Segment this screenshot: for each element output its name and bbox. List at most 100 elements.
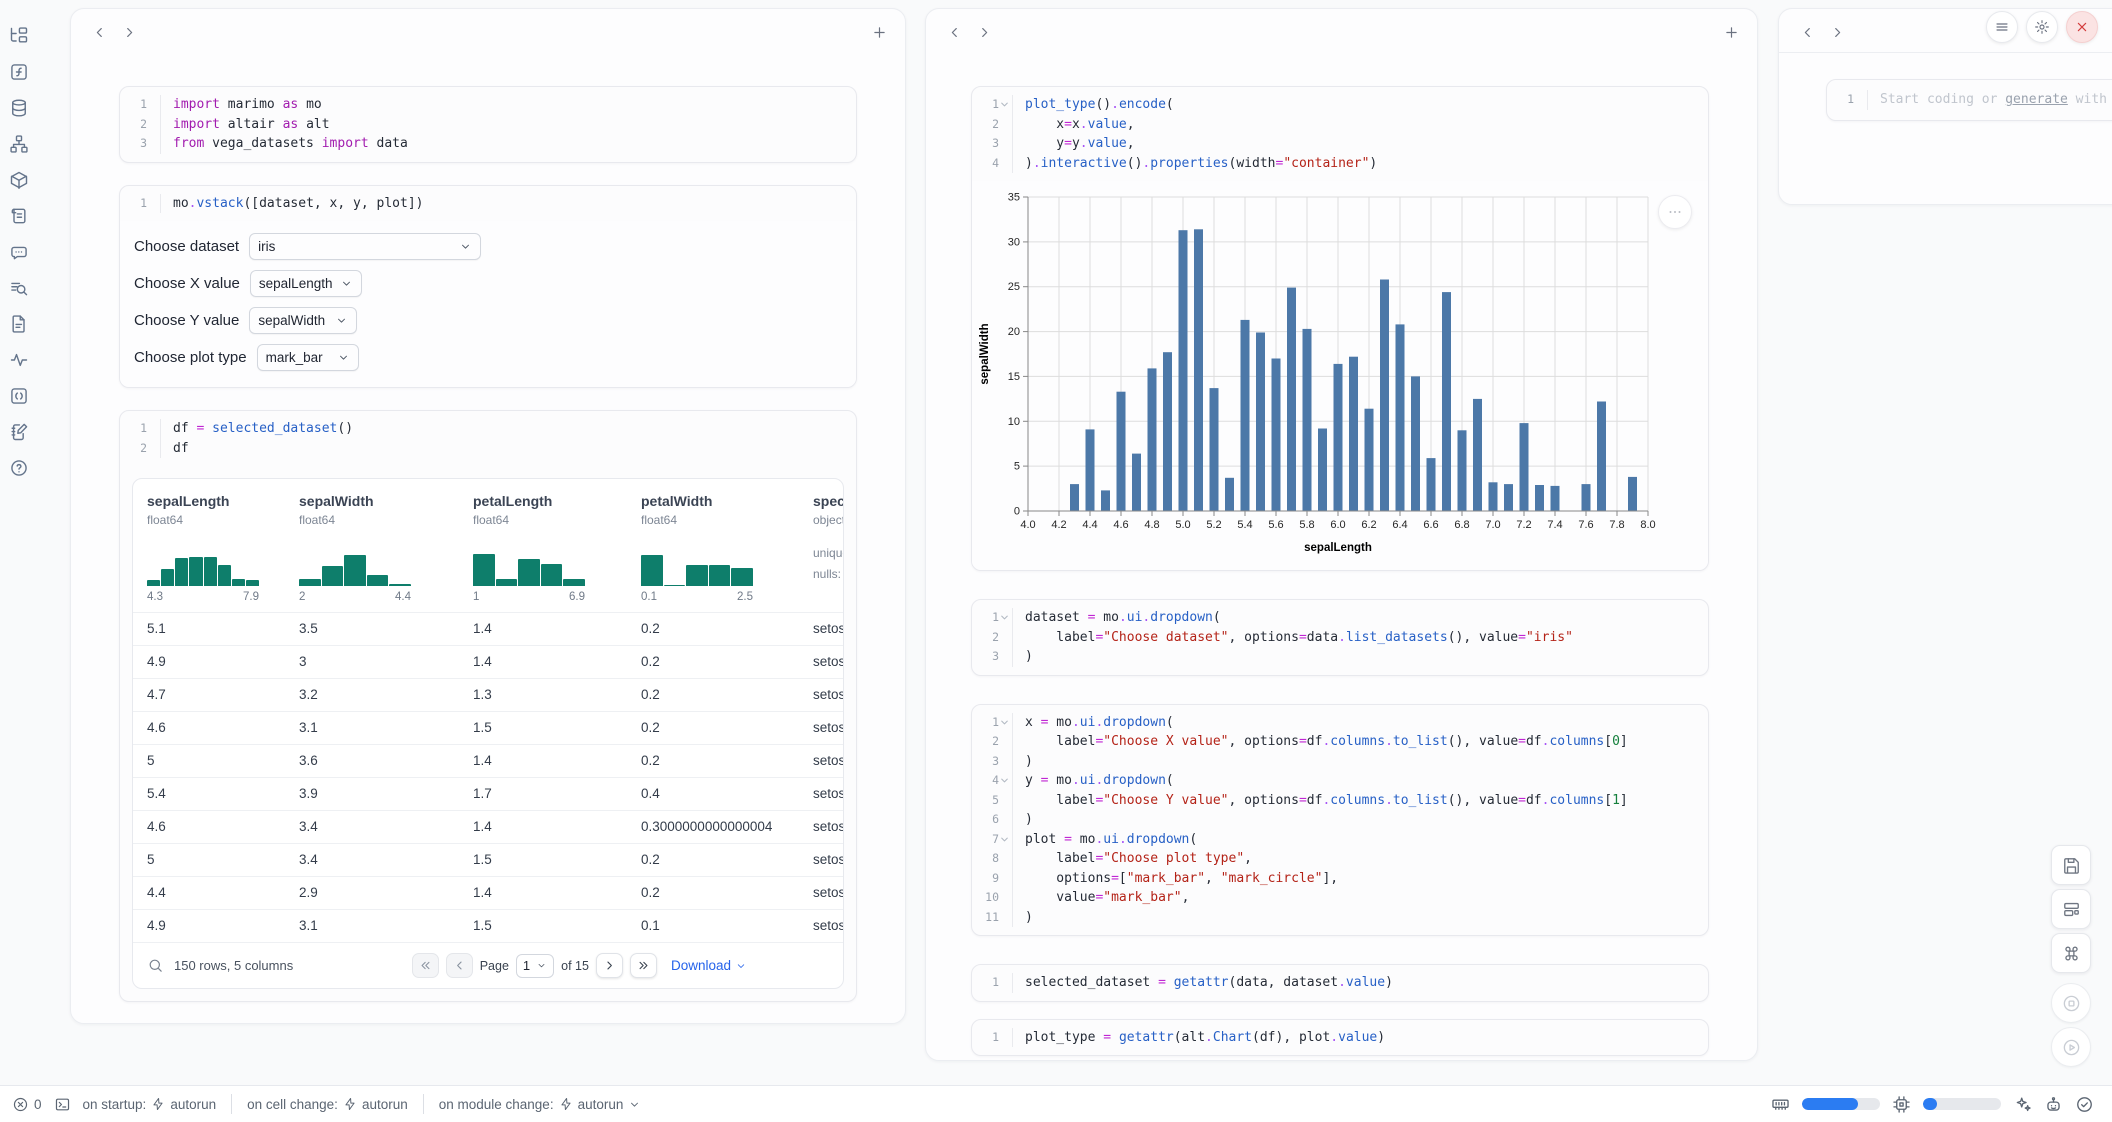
notebook-cell[interactable]: 1df = selected_dataset()2df sepalLengthfl… xyxy=(119,410,857,1002)
first-page-button[interactable] xyxy=(412,953,439,978)
column-move-left-button[interactable] xyxy=(89,24,109,44)
notebook-cell[interactable]: 1plot_type().encode(2 x=x.value,3 y=y.va… xyxy=(971,86,1709,571)
column-move-right-button[interactable] xyxy=(1827,24,1847,44)
table-row[interactable]: 4.931.40.2setosa xyxy=(133,645,843,678)
code-line: 4).interactive().properties(width="conta… xyxy=(972,154,1708,174)
ai-features-button[interactable] xyxy=(2013,1095,2032,1114)
sidebar-item-documentation[interactable] xyxy=(9,314,29,334)
stop-kernel-button[interactable] xyxy=(2051,983,2091,1023)
menu-icon xyxy=(1994,19,2010,35)
svg-text:4.8: 4.8 xyxy=(1144,519,1159,531)
table-row[interactable]: 5.43.91.70.4setosa xyxy=(133,777,843,810)
column-move-right-button[interactable] xyxy=(119,24,139,44)
save-notebook-button[interactable] xyxy=(2051,845,2091,885)
add-cell-button[interactable] xyxy=(869,24,889,44)
notebook-cell[interactable]: 1selected_dataset = getattr(data, datase… xyxy=(971,964,1709,1002)
code-editor[interactable]: 1mo.vstack([dataset, x, y, plot]) xyxy=(120,186,856,222)
code-editor[interactable]: 1dataset = mo.ui.dropdown(2 label="Choos… xyxy=(972,600,1708,675)
table-column-header[interactable]: speciesobjectuniquenulls: xyxy=(813,493,844,585)
code-line: 5 label="Choose Y value", options=df.col… xyxy=(972,791,1708,811)
dropdown-choose-dataset[interactable]: iris xyxy=(249,233,481,260)
settings-button[interactable] xyxy=(2026,11,2058,43)
next-page-button[interactable] xyxy=(596,953,623,978)
fold-chevron-icon[interactable] xyxy=(999,717,1012,728)
prev-page-button[interactable] xyxy=(446,953,473,978)
sidebar-item-variables[interactable] xyxy=(9,62,29,82)
column-dtype: float64 xyxy=(473,513,633,527)
table-column-header[interactable]: petalLengthfloat6416.9 xyxy=(473,493,633,603)
sidebar-item-file-explorer[interactable] xyxy=(9,26,29,46)
column-move-left-button[interactable] xyxy=(944,24,964,44)
sidebar-item-packages[interactable] xyxy=(9,170,29,190)
run-all-button[interactable] xyxy=(2051,1027,2091,1067)
terminal-button[interactable] xyxy=(54,1096,71,1113)
download-button[interactable]: Download xyxy=(671,958,747,973)
table-column-header[interactable]: sepalLengthfloat644.37.9 xyxy=(147,493,307,603)
code-editor[interactable]: 1df = selected_dataset()2df xyxy=(120,411,856,466)
table-row[interactable]: 4.93.11.50.1setosa xyxy=(133,909,843,942)
bar-chart[interactable]: 4.04.24.44.64.85.05.25.45.65.86.06.26.46… xyxy=(976,185,1670,557)
last-page-button[interactable] xyxy=(630,953,657,978)
cell-placeholder[interactable]: Start coding or generate with AI xyxy=(1867,90,2112,110)
empty-cell[interactable]: 1 Start coding or generate with AI xyxy=(1826,79,2112,121)
table-row[interactable]: 53.41.50.2setosa xyxy=(133,843,843,876)
table-row[interactable]: 4.73.21.30.2setosa xyxy=(133,678,843,711)
code-editor[interactable]: 1selected_dataset = getattr(data, datase… xyxy=(972,965,1708,1001)
on-startup-setting[interactable]: on startup: autorun xyxy=(83,1097,217,1112)
fold-chevron-icon[interactable] xyxy=(999,99,1012,110)
code-editor[interactable]: 1x = mo.ui.dropdown(2 label="Choose X va… xyxy=(972,705,1708,936)
table-column-header[interactable]: sepalWidthfloat6424.4 xyxy=(299,493,459,603)
page-select[interactable]: 1 xyxy=(516,954,554,978)
column-move-left-button[interactable] xyxy=(1797,24,1817,44)
command-palette-button[interactable] xyxy=(2051,933,2091,973)
table-row[interactable]: 53.61.40.2setosa xyxy=(133,744,843,777)
sidebar-item-datasources[interactable] xyxy=(9,98,29,118)
column-histogram xyxy=(147,540,259,586)
on-module-change-setting[interactable]: on module change: autorun xyxy=(439,1097,642,1112)
notebook-menu-button[interactable] xyxy=(1986,11,2018,43)
table-cell: 1.4 xyxy=(473,753,492,768)
add-cell-button[interactable] xyxy=(1721,24,1741,44)
dropdown-choose-x-value[interactable]: sepalLength xyxy=(250,270,362,297)
search-icon[interactable] xyxy=(147,957,164,974)
code-editor[interactable]: 1plot_type().encode(2 x=x.value,3 y=y.va… xyxy=(972,87,1708,181)
fold-chevron-icon[interactable] xyxy=(999,612,1012,623)
chart-actions-button[interactable] xyxy=(1658,195,1692,229)
dropdown-choose-y-value[interactable]: sepalWidth xyxy=(249,307,357,334)
sidebar-item-scratchpad[interactable] xyxy=(9,422,29,442)
notebook-cell[interactable]: 1import marimo as mo2import altair as al… xyxy=(119,86,857,163)
notebook-cell[interactable]: 1mo.vstack([dataset, x, y, plot])Choose … xyxy=(119,185,857,389)
table-row[interactable]: 4.63.11.50.2setosa xyxy=(133,711,843,744)
code-editor[interactable]: 1import marimo as mo2import altair as al… xyxy=(120,87,856,162)
sidebar-item-dependency-graph[interactable] xyxy=(9,134,29,154)
sidebar-item-outline[interactable] xyxy=(9,278,29,298)
notebook-column-2: 1plot_type().encode(2 x=x.value,3 y=y.va… xyxy=(925,8,1758,1061)
column-move-right-button[interactable] xyxy=(974,24,994,44)
notebook-cell[interactable]: 1plot_type = getattr(alt.Chart(df), plot… xyxy=(971,1019,1709,1057)
notebook-cell[interactable]: 1dataset = mo.ui.dropdown(2 label="Choos… xyxy=(971,599,1709,676)
sidebar-item-ai-chat[interactable] xyxy=(9,242,29,262)
table-cell: 1.4 xyxy=(473,885,492,900)
code-editor[interactable]: 1plot_type = getattr(alt.Chart(df), plot… xyxy=(972,1020,1708,1056)
sidebar-item-logs[interactable] xyxy=(9,206,29,226)
layout-select-button[interactable] xyxy=(2051,889,2091,929)
assistant-button[interactable] xyxy=(2044,1095,2063,1114)
table-row[interactable]: 4.63.41.40.3000000000000004setosa xyxy=(133,810,843,843)
fold-chevron-icon[interactable] xyxy=(999,775,1012,786)
notebook-cell[interactable]: 1x = mo.ui.dropdown(2 label="Choose X va… xyxy=(971,704,1709,937)
sidebar-item-tracing[interactable] xyxy=(9,350,29,370)
generate-with-ai-link[interactable]: generate xyxy=(2005,92,2068,107)
sidebar-item-help[interactable] xyxy=(9,458,29,478)
code-text: options=["mark_bar", "mark_circle"], xyxy=(1012,869,1708,889)
dropdown-choose-plot-type[interactable]: mark_bar xyxy=(257,344,359,371)
table-column-header[interactable]: petalWidthfloat640.12.5 xyxy=(641,493,801,603)
page-value: 1 xyxy=(523,958,530,973)
error-count-button[interactable]: 0 xyxy=(12,1096,42,1113)
fold-chevron-icon[interactable] xyxy=(999,834,1012,845)
connection-status-button[interactable] xyxy=(2075,1095,2094,1114)
table-row[interactable]: 5.13.51.40.2setosa xyxy=(133,612,843,645)
on-cell-change-setting[interactable]: on cell change: autorun xyxy=(247,1097,408,1112)
shutdown-button[interactable] xyxy=(2066,11,2098,43)
sidebar-item-snippets[interactable] xyxy=(9,386,29,406)
table-row[interactable]: 4.42.91.40.2setosa xyxy=(133,876,843,909)
